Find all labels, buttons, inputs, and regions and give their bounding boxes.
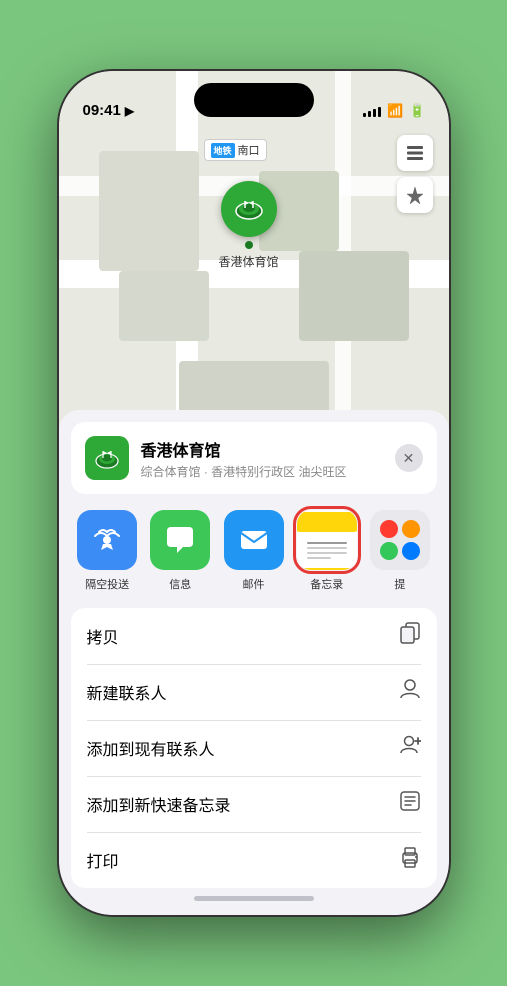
venue-name: 香港体育馆 [141,437,395,461]
notes-label: 备忘录 [310,576,343,592]
print-icon [399,846,421,874]
print-label: 打印 [87,848,399,872]
venue-icon [85,436,129,480]
add-existing-icon [399,734,421,762]
more-label: 提 [394,576,405,592]
airdrop-label: 隔空投送 [85,576,129,592]
action-list: 拷贝 新建联系人 [71,608,437,888]
metro-badge: 地铁 [211,143,235,158]
map-south-gate-label: 地铁 南口 [204,139,267,161]
share-notes[interactable]: 备忘录 [290,510,363,592]
phone-screen: 09:41 ▶ 📶 🔋 [59,71,449,915]
messages-icon [150,510,210,570]
pin-dot [245,241,253,249]
south-gate-text: 南口 [238,142,260,158]
new-contact-icon [399,678,421,706]
messages-label: 信息 [169,576,191,592]
phone-frame: 09:41 ▶ 📶 🔋 [59,71,449,915]
map-layers-button[interactable] [397,135,433,171]
notes-icon [297,510,357,570]
time-display: 09:41 [83,102,121,119]
notes-selected-wrapper [297,510,357,570]
add-existing-label: 添加到现有联系人 [87,736,399,760]
pin-circle [221,181,277,237]
share-messages[interactable]: 信息 [144,510,217,592]
map-controls [397,135,433,213]
mail-label: 邮件 [243,576,265,592]
share-airdrop[interactable]: 隔空投送 [71,510,144,592]
venue-pin: 香港体育馆 [219,181,279,270]
copy-label: 拷贝 [87,624,399,648]
status-time: 09:41 ▶ [83,102,135,119]
mail-icon [224,510,284,570]
new-contact-label: 新建联系人 [87,680,399,704]
status-icons: 📶 🔋 [363,103,424,119]
home-indicator [194,896,314,901]
share-more[interactable]: 提 [363,510,436,592]
battery-icon: 🔋 [409,103,424,119]
quick-note-icon [399,790,421,818]
venue-card: 香港体育馆 综合体育馆 · 香港特别行政区 油尖旺区 ✕ [71,422,437,494]
action-print[interactable]: 打印 [71,832,437,888]
signal-bars [363,105,381,117]
close-button[interactable]: ✕ [395,444,423,472]
venue-subtitle: 综合体育馆 · 香港特别行政区 油尖旺区 [141,463,395,480]
action-quick-note[interactable]: 添加到新快速备忘录 [71,776,437,832]
more-icon [370,510,430,570]
wifi-icon: 📶 [387,103,403,119]
action-add-existing[interactable]: 添加到现有联系人 [71,720,437,776]
action-new-contact[interactable]: 新建联系人 [71,664,437,720]
share-row: 隔空投送 信息 [59,494,449,600]
airdrop-icon [77,510,137,570]
copy-icon [399,622,421,650]
action-copy[interactable]: 拷贝 [71,608,437,664]
venue-info: 香港体育馆 综合体育馆 · 香港特别行政区 油尖旺区 [141,437,395,480]
quick-note-label: 添加到新快速备忘录 [87,792,399,816]
pin-label: 香港体育馆 [219,253,279,270]
dynamic-island [194,83,314,117]
location-button[interactable] [397,177,433,213]
share-mail[interactable]: 邮件 [217,510,290,592]
bottom-sheet: 香港体育馆 综合体育馆 · 香港特别行政区 油尖旺区 ✕ [59,410,449,915]
location-icon: ▶ [125,104,134,118]
